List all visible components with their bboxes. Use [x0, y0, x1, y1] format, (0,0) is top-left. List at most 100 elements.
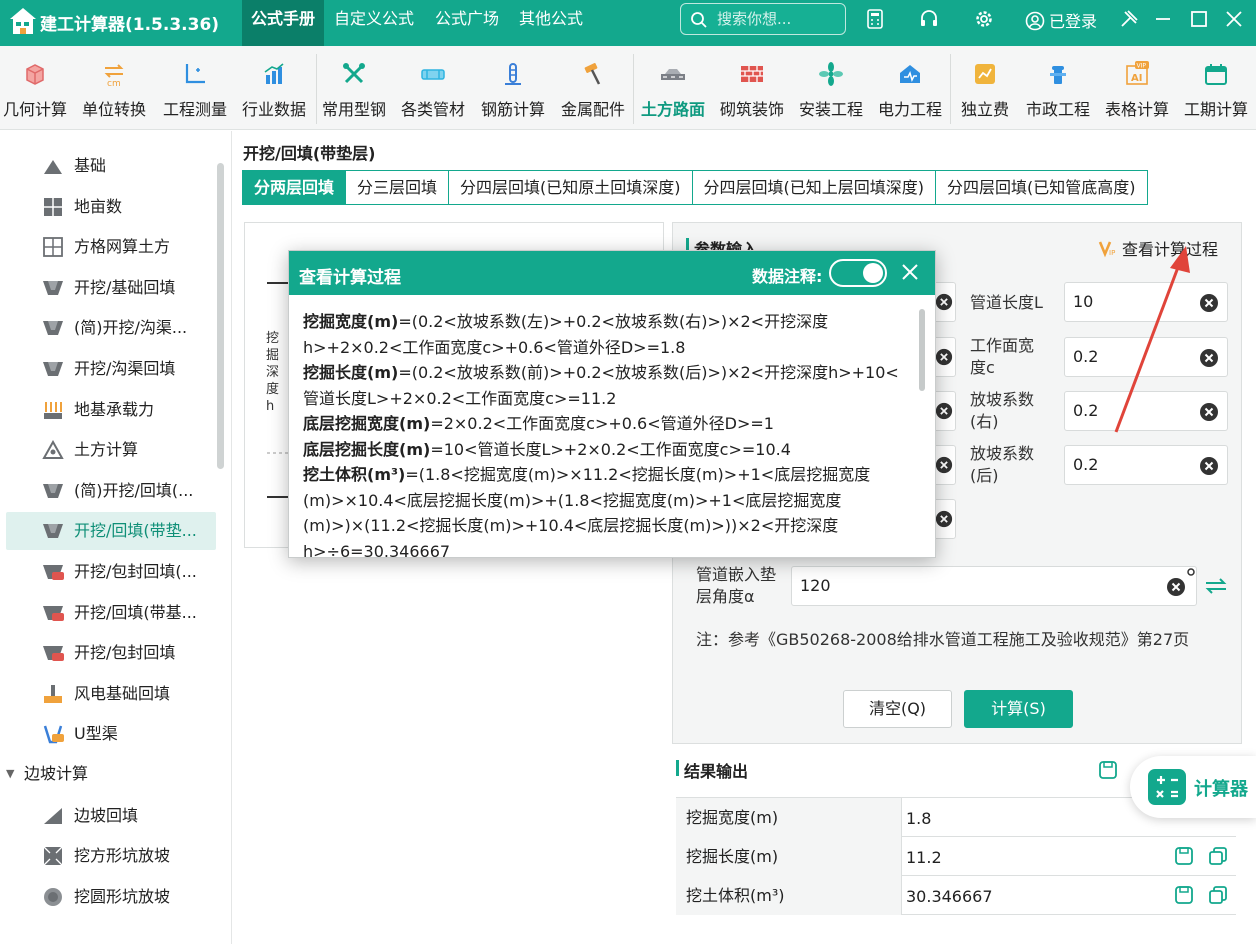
- clear-icon[interactable]: [1199, 293, 1219, 313]
- save-icon[interactable]: [1174, 846, 1194, 866]
- tool-pipes[interactable]: 各类管材: [393, 46, 473, 130]
- work-width-label: 工作面宽度c: [970, 336, 1035, 377]
- sidebar-item[interactable]: 开挖/沟渠回填: [6, 350, 216, 388]
- clear-icon[interactable]: [935, 402, 953, 420]
- swap-icon[interactable]: [1204, 576, 1228, 596]
- sidebar-group-slope[interactable]: ▼ 边坡计算: [6, 755, 216, 793]
- tool-earthwork-road[interactable]: 土方路面: [633, 46, 713, 130]
- triangle-icon: [42, 440, 64, 460]
- tab-three-layer[interactable]: 分三层回填: [346, 171, 450, 204]
- tool-rebar[interactable]: 钢筋计算: [473, 46, 553, 130]
- clear-button[interactable]: 清空(Q): [843, 690, 952, 728]
- tab-four-layer-pipe[interactable]: 分四层回填(已知管底高度): [936, 171, 1147, 204]
- pipe-length-value: 10: [1073, 292, 1094, 311]
- login-status[interactable]: 已登录: [1025, 8, 1097, 32]
- menu-custom-formula[interactable]: 自定义公式: [325, 0, 423, 46]
- tool-power[interactable]: 电力工程: [870, 46, 950, 130]
- dialog-scrollbar[interactable]: [919, 309, 925, 391]
- clear-icon[interactable]: [1199, 348, 1219, 368]
- headset-icon[interactable]: [918, 8, 940, 30]
- clear-icon[interactable]: [935, 456, 953, 474]
- sidebar-item[interactable]: 地亩数: [6, 188, 216, 226]
- dialog-title: 查看计算过程: [299, 268, 401, 288]
- tool-municipal[interactable]: 市政工程: [1018, 46, 1098, 130]
- sidebar-item[interactable]: 土方计算: [6, 431, 216, 469]
- work-width-value: 0.2: [1073, 347, 1099, 366]
- copy-icon[interactable]: [1208, 885, 1228, 905]
- result-label: 挖掘长度(m): [676, 837, 902, 876]
- chart-card-icon: [975, 64, 995, 84]
- sidebar-item[interactable]: (简)开挖/沟渠...: [6, 309, 216, 347]
- clear-icon[interactable]: [935, 293, 953, 311]
- sidebar-item[interactable]: 挖圆形坑放坡: [6, 878, 216, 916]
- menu-other-formula[interactable]: 其他公式: [510, 0, 592, 46]
- close-window-icon[interactable]: [1223, 8, 1245, 30]
- tool-unit-convert[interactable]: cm 单位转换: [74, 46, 154, 130]
- slope-back-input[interactable]: 0.2: [1064, 445, 1228, 485]
- calc-process-line: 底层挖掘宽度(m)=2×0.2<工作面宽度c>+0.6<管道外径D>=1: [303, 411, 903, 437]
- tool-survey[interactable]: 工程测量: [155, 46, 235, 130]
- tool-independent-fee[interactable]: 独立费: [945, 46, 1025, 130]
- left-field-4[interactable]: [935, 445, 956, 485]
- pin-icon[interactable]: [1118, 8, 1140, 30]
- pipe-length-input[interactable]: 10: [1064, 282, 1228, 322]
- tab-four-layer-upper[interactable]: 分四层回填(已知上层回填深度): [692, 171, 937, 204]
- menu-formula-square[interactable]: 公式广场: [426, 0, 508, 46]
- menu-formula-manual[interactable]: 公式手册: [242, 0, 325, 46]
- tool-industry-data[interactable]: 行业数据: [234, 46, 314, 130]
- bearing-icon: [44, 401, 62, 419]
- left-field-5[interactable]: [935, 499, 956, 539]
- sidebar-item[interactable]: 风电基础回填: [6, 675, 216, 713]
- minimize-icon[interactable]: [1152, 8, 1174, 30]
- clear-icon[interactable]: [935, 510, 953, 528]
- floating-calculator-button[interactable]: 计算器: [1130, 756, 1256, 818]
- sidebar-item[interactable]: 开挖/包封回填: [6, 634, 216, 672]
- view-process-link[interactable]: IP 查看计算过程: [1098, 236, 1218, 260]
- calculator-icon[interactable]: [864, 8, 886, 30]
- slope-right-input[interactable]: 0.2: [1064, 391, 1228, 431]
- clear-icon[interactable]: [935, 348, 953, 366]
- left-field-3[interactable]: [935, 391, 956, 431]
- tool-installation[interactable]: 安装工程: [791, 46, 871, 130]
- sidebar-scrollbar[interactable]: [217, 163, 224, 469]
- sidebar-item[interactable]: 开挖/基础回填: [6, 269, 216, 307]
- sidebar-item[interactable]: 开挖/回填(带垫...: [6, 512, 216, 551]
- sidebar-item[interactable]: U型渠: [6, 715, 216, 753]
- sidebar-item[interactable]: 地基承载力: [6, 391, 216, 429]
- cube-icon: [26, 64, 44, 85]
- sidebar-item[interactable]: 方格网算土方: [6, 228, 216, 266]
- sidebar-item[interactable]: 边坡回填: [6, 797, 216, 835]
- copy-icon[interactable]: [1208, 846, 1228, 866]
- tool-schedule[interactable]: 工期计算: [1176, 46, 1256, 130]
- save-icon[interactable]: [1174, 885, 1194, 905]
- save-icon[interactable]: [1098, 760, 1118, 780]
- left-field-1[interactable]: [935, 282, 956, 322]
- tab-two-layer[interactable]: 分两层回填: [243, 171, 347, 204]
- tool-geometry[interactable]: 几何计算: [0, 46, 75, 130]
- sidebar-item[interactable]: 开挖/回填(带基...: [6, 594, 216, 632]
- maximize-icon[interactable]: [1188, 8, 1210, 30]
- search-input[interactable]: 搜索你想...: [680, 3, 846, 35]
- calculate-button[interactable]: 计算(S): [964, 690, 1073, 728]
- sidebar-item[interactable]: 挖方形坑放坡: [6, 837, 216, 875]
- tool-metal-parts[interactable]: 金属配件: [553, 46, 633, 130]
- sidebar-item[interactable]: 基础: [6, 147, 216, 185]
- left-field-2[interactable]: [935, 337, 956, 377]
- tab-four-layer-orig[interactable]: 分四层回填(已知原土回填深度): [449, 171, 693, 204]
- caret-down-icon: ▼: [6, 767, 15, 780]
- annotation-toggle[interactable]: [829, 259, 887, 287]
- tool-masonry[interactable]: 砌筑装饰: [712, 46, 792, 130]
- gear-icon[interactable]: [973, 8, 995, 30]
- tool-steel[interactable]: 常用型钢: [314, 46, 394, 130]
- sidebar-item[interactable]: 开挖/包封回填(...: [6, 553, 216, 591]
- clear-icon[interactable]: [1199, 402, 1219, 422]
- sidebar-item-label: 开挖/回填(带基...: [74, 602, 197, 622]
- clear-icon[interactable]: [1166, 577, 1186, 597]
- work-width-input[interactable]: 0.2: [1064, 337, 1228, 377]
- slope-back-value: 0.2: [1073, 455, 1099, 474]
- close-icon[interactable]: [899, 261, 921, 283]
- embed-angle-input[interactable]: 120: [791, 566, 1197, 606]
- clear-icon[interactable]: [1199, 456, 1219, 476]
- tool-table-calc[interactable]: VIP AI 表格计算: [1097, 46, 1177, 130]
- sidebar-item[interactable]: (简)开挖/回填(...: [6, 472, 216, 510]
